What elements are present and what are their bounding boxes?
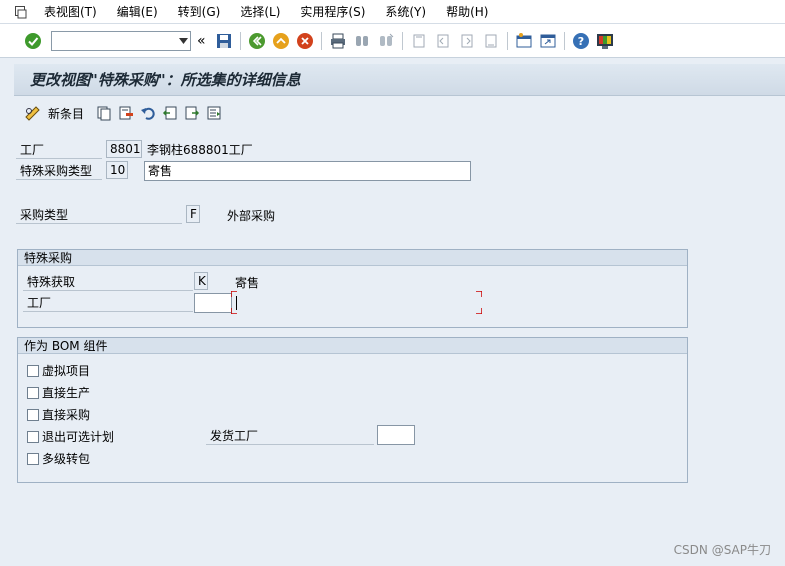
bom-component-group-title: 作为 BOM 组件: [18, 338, 687, 354]
next-entry-icon[interactable]: [184, 102, 200, 124]
sp-type-field[interactable]: 10: [106, 161, 128, 179]
special-procurement-group-title: 特殊采购: [18, 250, 687, 266]
direct-production-checkbox[interactable]: [27, 386, 39, 399]
exit-icon[interactable]: [270, 30, 292, 52]
special-procurement-field[interactable]: K: [194, 272, 208, 290]
application-toolbar: 新条目: [14, 96, 785, 130]
print-icon[interactable]: [327, 30, 349, 52]
svg-text:?: ?: [577, 35, 583, 48]
direct-procurement-label: 直接采购: [42, 408, 91, 422]
menu-bar: 表视图(T) 编辑(E) 转到(G) 选择(L) 实用程序(S) 系统(Y) 帮…: [0, 0, 785, 24]
select-entries-icon[interactable]: [206, 102, 222, 124]
next-page-icon: [456, 30, 478, 52]
multilevel-subcontracting-checkbox-row[interactable]: 多级转包: [27, 450, 90, 467]
proc-type-field[interactable]: F: [186, 205, 200, 223]
toolbar-separator: [506, 31, 508, 50]
direct-procurement-checkbox-row[interactable]: 直接采购: [27, 406, 90, 423]
multilevel-subcontracting-checkbox[interactable]: [27, 452, 39, 465]
toolbar-separator: [401, 31, 403, 50]
customize-layout-icon[interactable]: [594, 30, 616, 52]
sp-plant-field[interactable]: [194, 293, 232, 313]
command-field[interactable]: [51, 30, 191, 51]
copy-as-icon[interactable]: [96, 102, 112, 124]
toolbar-separator: [563, 31, 565, 50]
toolbar-separator: [320, 31, 322, 50]
withdraw-alt-plant-label: 退出可选计划: [42, 430, 115, 444]
menu-system[interactable]: 系统(Y): [375, 0, 436, 24]
find-icon: [351, 30, 373, 52]
special-procurement-description: 寄售: [235, 276, 260, 290]
menu-help[interactable]: 帮助(H): [436, 0, 498, 24]
menu-table-view[interactable]: 表视图(T): [34, 0, 107, 24]
proc-type-label: 采购类型: [16, 206, 182, 224]
direct-production-checkbox-row[interactable]: 直接生产: [27, 384, 90, 401]
system-menu-icon[interactable]: [8, 0, 34, 24]
direct-procurement-checkbox[interactable]: [27, 408, 39, 421]
special-procurement-label: 特殊获取: [23, 273, 193, 291]
watermark: CSDN @SAP牛刀: [673, 543, 771, 557]
collapse-command-icon[interactable]: «: [197, 33, 206, 49]
save-icon[interactable]: [213, 30, 235, 52]
bom-component-group: 作为 BOM 组件: [17, 337, 688, 483]
phantom-item-label: 虚拟项目: [42, 364, 91, 378]
shortcut-icon[interactable]: [537, 30, 559, 52]
plant-label: 工厂: [16, 141, 102, 159]
previous-entry-icon[interactable]: [162, 102, 178, 124]
multilevel-subcontracting-label: 多级转包: [42, 452, 91, 466]
proc-type-description: 外部采购: [227, 209, 276, 223]
menu-utilities[interactable]: 实用程序(S): [290, 0, 375, 24]
last-page-icon: [480, 30, 502, 52]
issue-plant-label: 发货工厂: [206, 427, 374, 445]
help-icon[interactable]: ?: [570, 30, 592, 52]
focus-corner-bottom-left: [231, 308, 237, 314]
issue-plant-field[interactable]: [377, 425, 415, 445]
first-page-icon: [408, 30, 430, 52]
focus-corner-bottom-right: [476, 308, 482, 314]
new-entries-label: 新条目: [48, 106, 85, 121]
sp-type-description-field[interactable]: 寄售: [144, 161, 471, 181]
main-content: 工厂 8801 李钢柱688801工厂 特殊采购类型 10 寄售 采购类型 F …: [14, 130, 785, 566]
back-icon[interactable]: [246, 30, 268, 52]
focus-corner-top-right: [476, 291, 482, 297]
plant-description: 李钢柱688801工厂: [147, 143, 253, 157]
phantom-item-checkbox-row[interactable]: 虚拟项目: [27, 362, 90, 379]
new-entries-button[interactable]: 新条目: [24, 102, 84, 124]
chevron-down-icon[interactable]: [176, 32, 190, 50]
withdraw-alt-plant-checkbox[interactable]: [27, 430, 39, 443]
create-session-icon[interactable]: [513, 30, 535, 52]
direct-production-label: 直接生产: [42, 386, 91, 400]
cancel-icon[interactable]: [294, 30, 316, 52]
standard-toolbar: « ?: [0, 24, 785, 58]
focus-corner-top-left: [231, 291, 237, 297]
glasses-pencil-icon: [25, 106, 40, 121]
find-next-icon: [375, 30, 397, 52]
sp-plant-label: 工厂: [23, 294, 193, 312]
enter-icon[interactable]: [22, 30, 44, 52]
menu-goto[interactable]: 转到(G): [168, 0, 231, 24]
page-title: 更改视图"特殊采购"：所选集的详细信息: [14, 64, 785, 96]
phantom-item-checkbox[interactable]: [27, 364, 39, 377]
delete-icon[interactable]: [118, 102, 134, 124]
previous-page-icon: [432, 30, 454, 52]
sp-type-label: 特殊采购类型: [16, 162, 102, 180]
withdraw-alt-plant-checkbox-row[interactable]: 退出可选计划: [27, 428, 114, 445]
menu-selection[interactable]: 选择(L): [230, 0, 290, 24]
undo-change-icon[interactable]: [140, 102, 156, 124]
plant-field[interactable]: 8801: [106, 140, 142, 158]
menu-edit[interactable]: 编辑(E): [107, 0, 168, 24]
toolbar-separator: [239, 31, 241, 50]
